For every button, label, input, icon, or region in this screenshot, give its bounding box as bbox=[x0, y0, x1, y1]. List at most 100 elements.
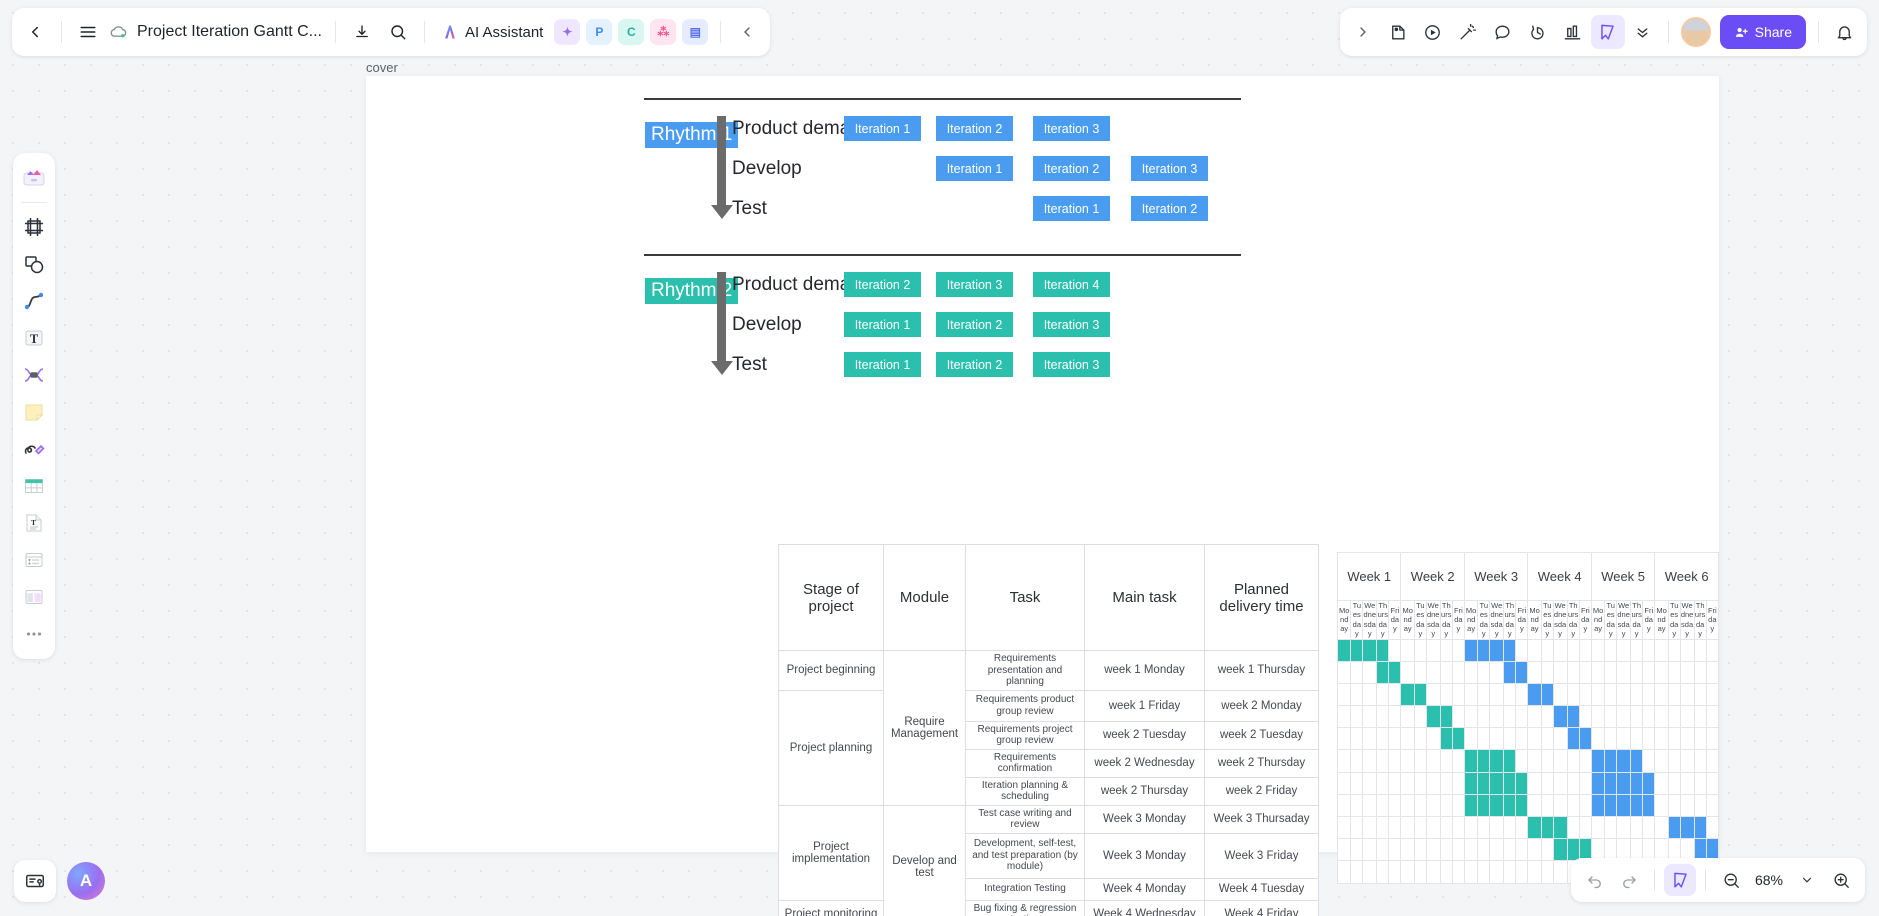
layout-tool[interactable] bbox=[17, 580, 51, 614]
iteration-box[interactable]: Iteration 2 bbox=[936, 116, 1013, 141]
mindmap-app-icon[interactable]: C bbox=[618, 19, 645, 45]
gantt-bar-cell[interactable] bbox=[1503, 638, 1517, 662]
gantt-bar-cell[interactable] bbox=[1679, 815, 1695, 840]
shape-tool[interactable] bbox=[17, 247, 51, 281]
gantt-bar-cell[interactable] bbox=[1616, 771, 1632, 795]
notification-bell-icon[interactable] bbox=[1827, 15, 1861, 49]
text-tool[interactable]: T bbox=[17, 321, 51, 355]
gantt-bar-cell[interactable] bbox=[1425, 705, 1441, 729]
share-button[interactable]: Share bbox=[1719, 15, 1806, 49]
gantt-bar-cell[interactable] bbox=[1566, 705, 1580, 729]
gantt-bar-cell[interactable] bbox=[1693, 815, 1707, 840]
document-tool[interactable]: T bbox=[17, 506, 51, 540]
docs-app-icon[interactable]: ▤ bbox=[682, 19, 709, 45]
comment-icon[interactable] bbox=[1486, 15, 1520, 49]
table-row[interactable]: Project monitoring Bug fixing & regressio… bbox=[778, 899, 1319, 916]
timer-icon[interactable] bbox=[1521, 15, 1555, 49]
ai-assistant-button[interactable]: AI Assistant bbox=[434, 23, 549, 41]
gantt-bar-cell[interactable] bbox=[1604, 793, 1618, 818]
gantt-bar-cell[interactable] bbox=[1515, 771, 1529, 795]
gantt-bar-cell[interactable] bbox=[1376, 660, 1390, 684]
gantt-bar-cell[interactable] bbox=[1630, 771, 1644, 795]
gantt-bar-cell[interactable] bbox=[1503, 660, 1517, 684]
table-row[interactable]: Project implementation Develop and test Te… bbox=[778, 804, 1319, 916]
pen-tool[interactable] bbox=[17, 432, 51, 466]
gantt-bar-cell[interactable] bbox=[1552, 705, 1568, 729]
gantt-bar-cell[interactable] bbox=[1503, 749, 1517, 773]
iteration-box[interactable]: Iteration 1 bbox=[844, 116, 921, 141]
menu-button[interactable] bbox=[71, 15, 105, 49]
gantt-bar-cell[interactable] bbox=[1477, 793, 1491, 818]
gantt-bar-cell[interactable] bbox=[1350, 638, 1364, 662]
gantt-bar-cell[interactable] bbox=[1503, 793, 1517, 818]
gantt-bar-cell[interactable] bbox=[1362, 638, 1378, 662]
gantt-bar-cell[interactable] bbox=[1489, 638, 1505, 662]
iteration-box[interactable]: Iteration 1 bbox=[936, 156, 1013, 181]
gantt-bar-cell[interactable] bbox=[1439, 705, 1453, 729]
play-icon[interactable] bbox=[1416, 15, 1450, 49]
download-button[interactable] bbox=[345, 15, 379, 49]
avatar[interactable] bbox=[1680, 17, 1711, 47]
gantt-bar-cell[interactable] bbox=[1463, 638, 1479, 662]
zoom-out-button[interactable] bbox=[1715, 864, 1747, 896]
iteration-box[interactable]: Iteration 1 bbox=[1033, 196, 1110, 221]
iteration-box[interactable]: Iteration 2 bbox=[1131, 196, 1208, 221]
canvas-page[interactable]: Rhythm 1 Product demand Iteration 1 Iterati… bbox=[366, 76, 1720, 916]
table-tool[interactable] bbox=[17, 469, 51, 503]
gantt-bar-cell[interactable] bbox=[1463, 771, 1479, 795]
presentation-stand-icon[interactable] bbox=[1556, 15, 1590, 49]
gantt-bar-cell[interactable] bbox=[1566, 727, 1580, 751]
gantt-bar-cell[interactable] bbox=[1489, 793, 1505, 818]
gantt-bar-cell[interactable] bbox=[1630, 793, 1644, 818]
gantt-bar-cell[interactable] bbox=[1477, 638, 1491, 662]
iteration-box[interactable]: Iteration 1 bbox=[844, 312, 921, 337]
iteration-box[interactable]: Iteration 3 bbox=[1033, 352, 1110, 377]
sticky-note-tool[interactable] bbox=[17, 395, 51, 429]
iteration-box[interactable]: Iteration 3 bbox=[1131, 156, 1208, 181]
gantt-bar-cell[interactable] bbox=[1527, 815, 1542, 840]
gantt-bar-cell[interactable] bbox=[1527, 682, 1542, 707]
gantt-bar-cell[interactable] bbox=[1388, 660, 1402, 684]
sticker-icon[interactable] bbox=[1381, 15, 1415, 49]
iteration-box[interactable]: Iteration 3 bbox=[1033, 312, 1110, 337]
iteration-box[interactable]: Iteration 2 bbox=[844, 272, 921, 297]
expand-toolbar-button[interactable] bbox=[1346, 15, 1380, 49]
search-button[interactable] bbox=[381, 15, 415, 49]
magic-wand-icon[interactable] bbox=[1451, 15, 1485, 49]
image-app-icon[interactable]: ✦ bbox=[554, 19, 581, 45]
gantt-bar-cell[interactable] bbox=[1642, 793, 1656, 818]
gantt-bar-cell[interactable] bbox=[1400, 682, 1415, 707]
collapse-toolbar-button[interactable] bbox=[730, 15, 764, 49]
gantt-bar-cell[interactable] bbox=[1463, 793, 1479, 818]
gantt-bar-cell[interactable] bbox=[1463, 749, 1479, 773]
iteration-box[interactable]: Iteration 2 bbox=[936, 312, 1013, 337]
iteration-box[interactable]: Iteration 2 bbox=[936, 352, 1013, 377]
gantt-chart[interactable]: Week 1 Week 2 Week 3 Week 4 Week 5 Week 6 Mon… bbox=[1336, 552, 1720, 884]
iteration-box[interactable]: Iteration 1 bbox=[844, 352, 921, 377]
gantt-bar-cell[interactable] bbox=[1590, 771, 1606, 795]
task-schedule-table[interactable]: Stage of project Module Task Main task Plann… bbox=[778, 544, 1319, 916]
cursor-tool-button[interactable] bbox=[1664, 864, 1696, 896]
gantt-bar-cell[interactable] bbox=[1630, 749, 1644, 773]
gantt-bar-cell[interactable] bbox=[1413, 682, 1427, 707]
connector-tool[interactable] bbox=[17, 284, 51, 318]
app-logo[interactable]: A bbox=[67, 862, 105, 900]
gantt-bar-cell[interactable] bbox=[1489, 749, 1505, 773]
zoom-in-button[interactable] bbox=[1825, 864, 1857, 896]
orgchart-app-icon[interactable]: ⁂ bbox=[650, 19, 677, 45]
presentation-app-icon[interactable]: P bbox=[586, 19, 613, 45]
pointer-flag-icon[interactable] bbox=[1590, 15, 1625, 49]
zoom-level-value[interactable]: 68% bbox=[1749, 872, 1789, 888]
gantt-bar-cell[interactable] bbox=[1515, 793, 1529, 818]
gantt-bar-cell[interactable] bbox=[1552, 838, 1568, 862]
iteration-box[interactable]: Iteration 4 bbox=[1033, 272, 1110, 297]
gantt-bar-cell[interactable] bbox=[1451, 727, 1465, 751]
table-row[interactable]: Project planning Requirements product gro… bbox=[778, 689, 1319, 806]
gantt-bar-cell[interactable] bbox=[1616, 793, 1632, 818]
list-tool[interactable] bbox=[17, 543, 51, 577]
gantt-bar-cell[interactable] bbox=[1439, 727, 1453, 751]
gantt-bar-cell[interactable] bbox=[1604, 771, 1618, 795]
gantt-bar-cell[interactable] bbox=[1336, 638, 1352, 662]
iteration-box[interactable]: Iteration 3 bbox=[936, 272, 1013, 297]
gantt-bar-cell[interactable] bbox=[1616, 749, 1632, 773]
